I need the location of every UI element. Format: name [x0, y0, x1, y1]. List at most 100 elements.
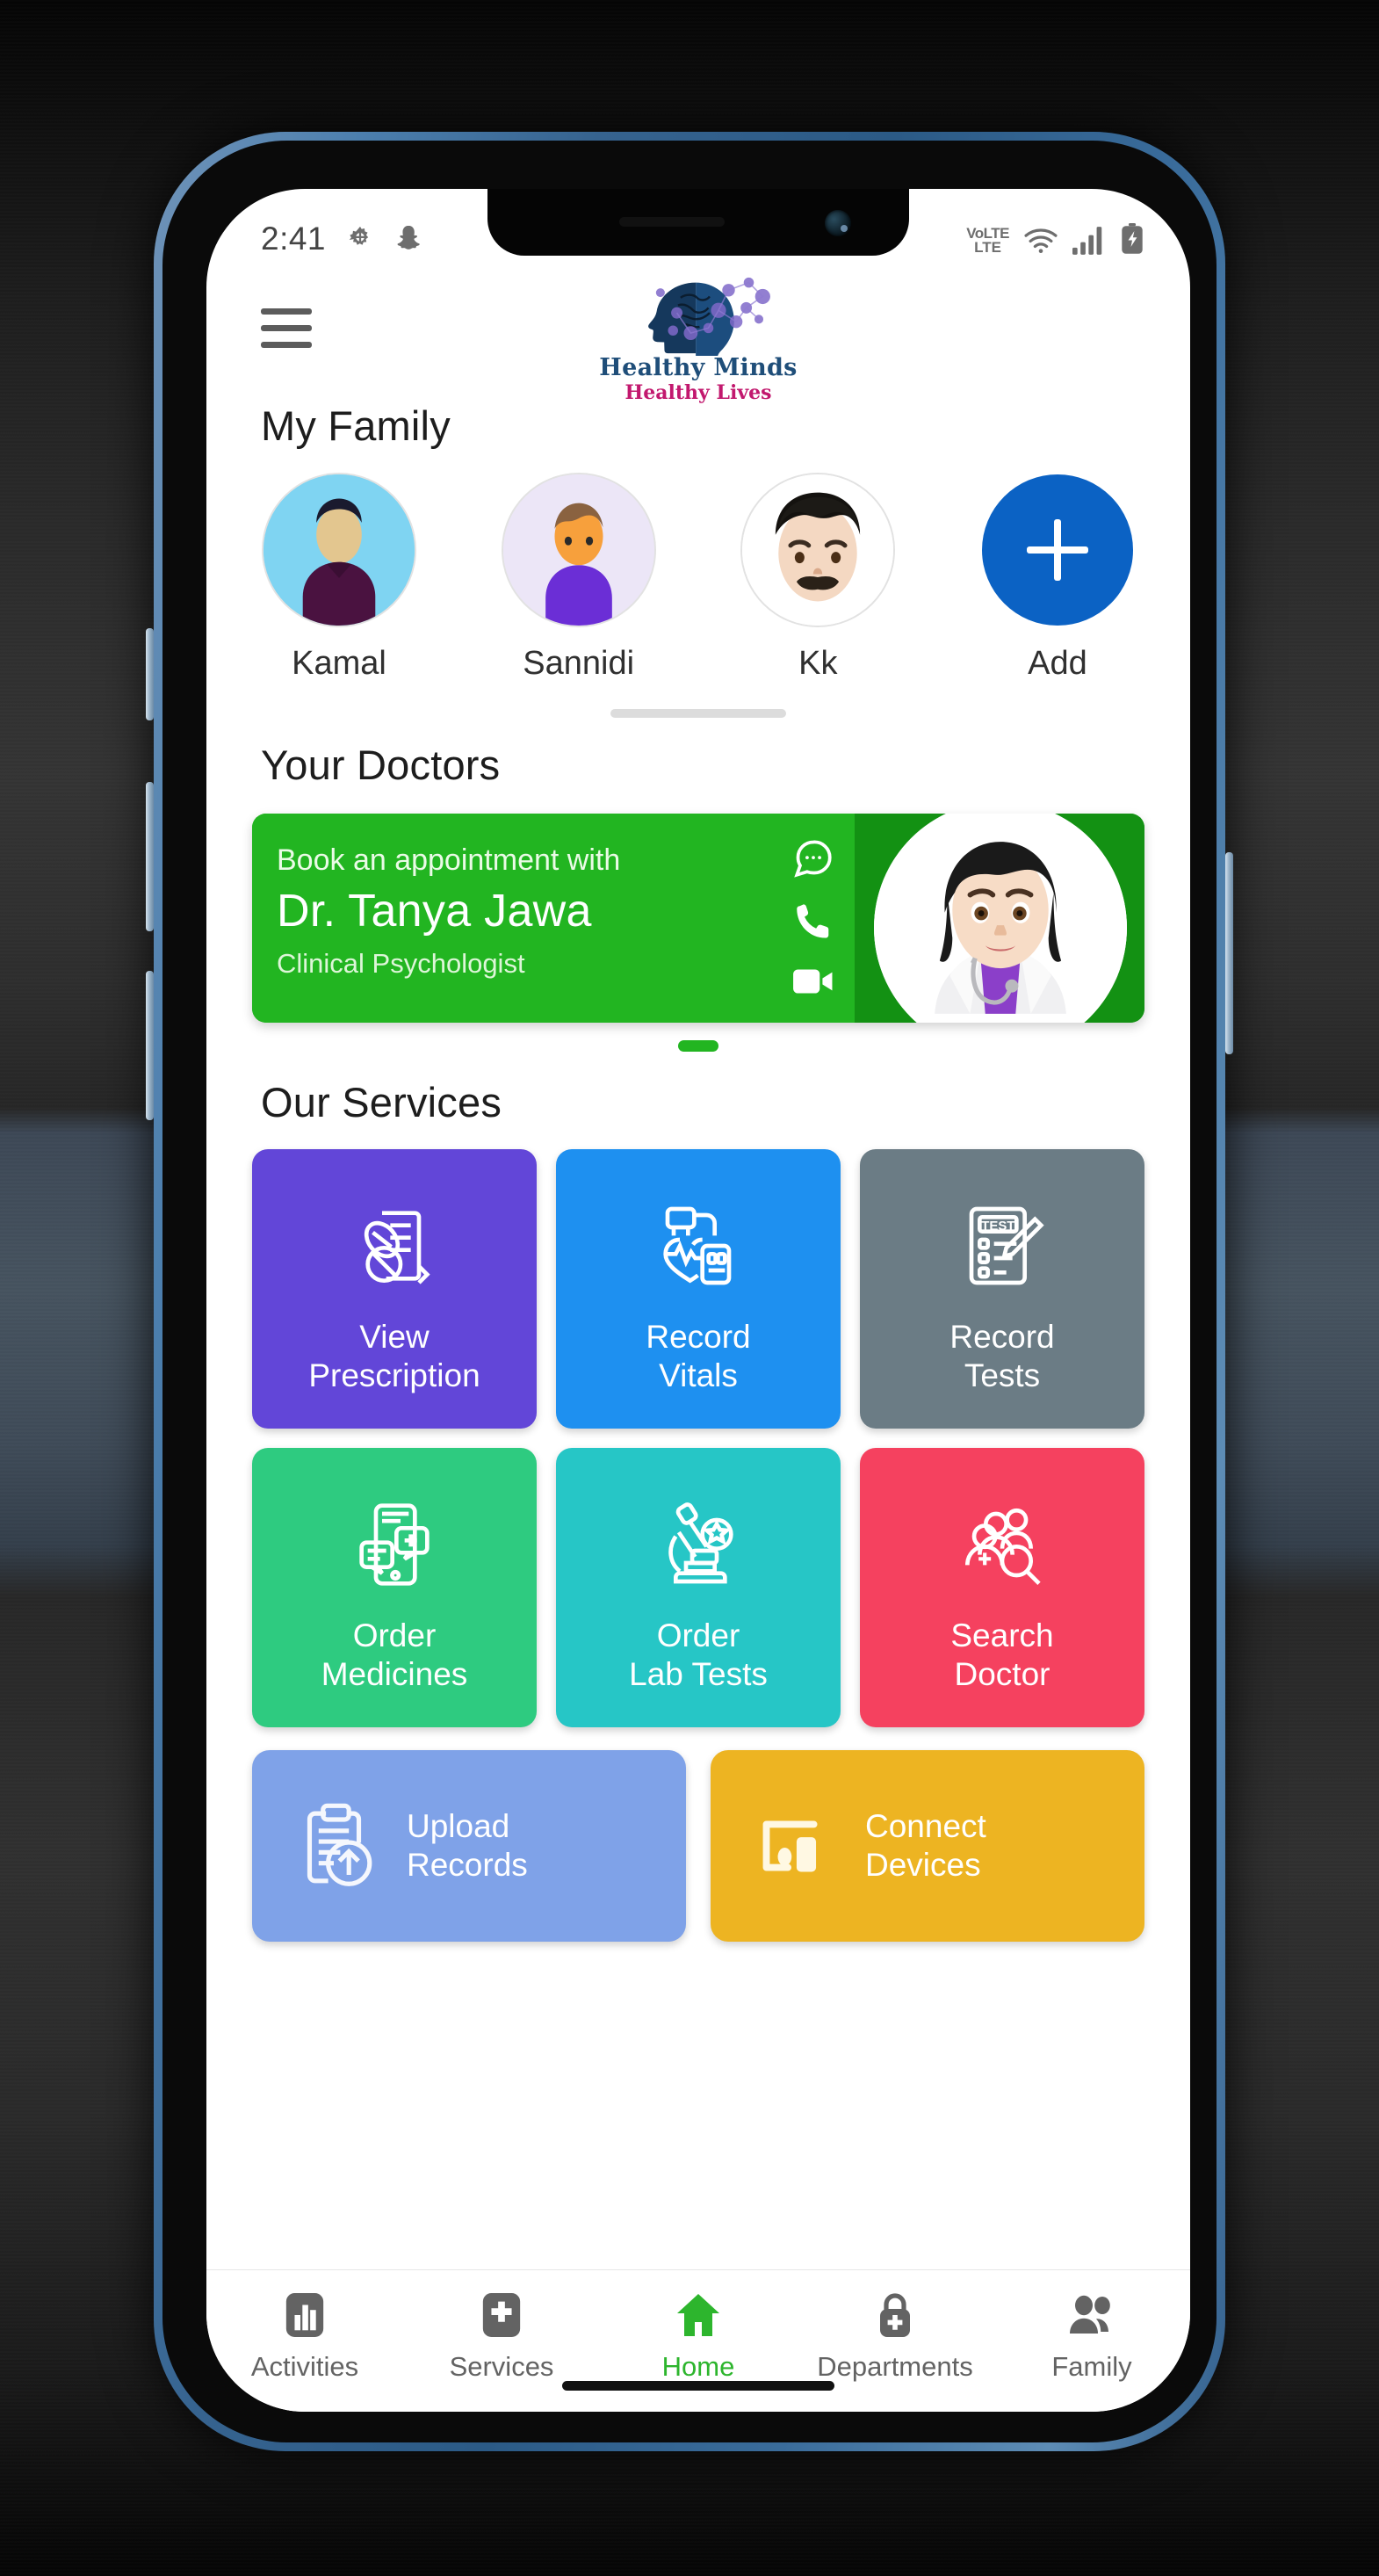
mute-switch[interactable] — [146, 628, 154, 720]
phone-icon[interactable] — [791, 900, 835, 944]
doctors-section: Your Doctors Book an appointment with Dr… — [206, 741, 1190, 1052]
status-bar-right: VoLTE LTE — [966, 223, 1144, 255]
service-tile-label: Record Vitals — [646, 1319, 751, 1394]
service-tile-order-medicines[interactable]: Order Medicines — [252, 1448, 537, 1727]
service-tile-label: Record Tests — [949, 1319, 1055, 1394]
service-tile-connect-devices[interactable]: Connect Devices — [711, 1750, 1144, 1942]
family-avatar-row[interactable]: Kamal Sannidi Kk Add — [206, 450, 1190, 683]
phone-bezel: 2:41 VoLTE LTE Healthy Minds Healthy Liv… — [162, 141, 1217, 2442]
service-tile-label: Connect Devices — [865, 1807, 986, 1883]
service-tile-view-prescription[interactable]: View Prescription — [252, 1149, 537, 1429]
family-member-sannidi[interactable]: Sannidi — [495, 474, 662, 683]
doctors-section-title: Your Doctors — [261, 742, 501, 788]
video-camera-icon[interactable] — [791, 963, 835, 1000]
signal-icon — [1072, 227, 1106, 255]
hamburger-icon[interactable] — [261, 308, 312, 348]
service-tile-search-doctor[interactable]: Search Doctor — [860, 1448, 1144, 1727]
chat-icon[interactable] — [791, 836, 835, 880]
brain-network-logo-icon — [597, 275, 799, 356]
prescription-pills-icon — [345, 1190, 444, 1302]
doctor-card-specialty: Clinical Psychologist — [277, 948, 525, 979]
power-button[interactable] — [1225, 852, 1233, 1054]
family-member-name: Kk — [798, 645, 838, 682]
wifi-icon — [1023, 227, 1058, 255]
volume-up-button[interactable] — [146, 782, 154, 931]
main-content: My Family Kamal Sannidi Kk Add Your Doct… — [206, 402, 1190, 1942]
nav-item-services[interactable]: Services — [403, 2290, 600, 2383]
family-member-kk[interactable]: Kk — [734, 474, 901, 683]
services-section-title: Our Services — [261, 1079, 502, 1125]
service-tile-label: Order Medicines — [321, 1617, 468, 1693]
app-logo: Healthy Minds Healthy Lives — [597, 275, 799, 402]
man-mustache-avatar — [742, 474, 894, 626]
volume-down-button[interactable] — [146, 971, 154, 1120]
status-bar: 2:41 VoLTE LTE — [206, 189, 1190, 270]
bar-chart-icon — [206, 2290, 403, 2341]
vitals-monitor-icon — [649, 1190, 747, 1302]
doctor-card-photo-area — [855, 814, 1144, 1023]
phone-screen: 2:41 VoLTE LTE Healthy Minds Healthy Liv… — [206, 189, 1190, 2412]
hamburger-bar — [261, 342, 312, 348]
gear-icon — [345, 224, 375, 254]
status-bar-left: 2:41 — [261, 221, 422, 257]
logo-line-2: Healthy Lives — [625, 381, 772, 404]
add-family-member-button[interactable]: Add — [974, 474, 1141, 683]
female-doctor-avatar — [874, 814, 1127, 1023]
doctor-card-kicker: Book an appointment with — [277, 843, 621, 877]
doctor-card-actions — [791, 836, 835, 1000]
add-family-member-label: Add — [1028, 645, 1087, 682]
nav-item-home[interactable]: Home — [600, 2290, 797, 2383]
home-icon — [600, 2290, 797, 2341]
boy-avatar — [502, 474, 654, 626]
clipboard-upload-icon — [282, 1794, 386, 1898]
nav-item-label: Home — [661, 2351, 735, 2382]
nav-item-label: Departments — [817, 2351, 973, 2382]
service-tile-upload-records[interactable]: Upload Records — [252, 1750, 686, 1942]
nav-item-activities[interactable]: Activities — [206, 2290, 403, 2383]
test-clipboard-icon: TEST — [953, 1190, 1051, 1302]
family-section-title: My Family — [261, 402, 451, 449]
microscope-icon — [649, 1488, 747, 1601]
doctor-card-info: Book an appointment with Dr. Tanya Jawa … — [252, 814, 855, 1023]
services-wide-grid: Upload Records Connect Devices — [206, 1727, 1190, 1942]
person-silhouette-avatar — [264, 474, 415, 626]
lock-plus-icon — [797, 2290, 993, 2341]
snapchat-icon — [394, 224, 422, 254]
people-icon — [993, 2290, 1190, 2341]
svg-text:TEST: TEST — [981, 1219, 1014, 1234]
hamburger-bar — [261, 325, 312, 331]
doctor-search-icon — [953, 1488, 1051, 1601]
connect-devices-icon — [740, 1794, 844, 1898]
mobile-pharmacy-icon — [345, 1488, 444, 1601]
service-tile-label: View Prescription — [308, 1319, 480, 1394]
doctor-card-name: Dr. Tanya Jawa — [277, 886, 592, 937]
medical-plus-icon — [403, 2290, 600, 2341]
family-section: My Family Kamal Sannidi Kk Add — [206, 402, 1190, 718]
battery-charging-icon — [1120, 223, 1144, 255]
nav-item-family[interactable]: Family — [993, 2290, 1190, 2383]
service-tile-label: Order Lab Tests — [629, 1617, 768, 1693]
family-scroll-indicator[interactable] — [610, 709, 786, 718]
service-tile-label: Upload Records — [407, 1807, 528, 1883]
phone-device-frame: 2:41 VoLTE LTE Healthy Minds Healthy Liv… — [146, 132, 1233, 2451]
app-header: Healthy Minds Healthy Lives — [206, 270, 1190, 402]
services-section: Our Services View Prescription Record Vi… — [206, 1078, 1190, 1942]
family-member-name: Kamal — [292, 645, 386, 682]
service-tile-record-vitals[interactable]: Record Vitals — [556, 1149, 841, 1429]
doctor-carousel-page-indicator[interactable] — [678, 1040, 718, 1052]
service-tile-order-lab-tests[interactable]: Order Lab Tests — [556, 1448, 841, 1727]
family-member-name: Sannidi — [523, 645, 635, 682]
nav-item-label: Activities — [250, 2351, 359, 2382]
nav-item-label: Family — [1051, 2351, 1132, 2382]
service-tile-record-tests[interactable]: TEST Record Tests — [860, 1149, 1144, 1429]
services-grid: View Prescription Record Vitals TEST Rec… — [206, 1126, 1190, 1727]
family-member-kamal[interactable]: Kamal — [256, 474, 422, 683]
volte-icon: VoLTE LTE — [966, 224, 1009, 256]
status-clock: 2:41 — [261, 221, 327, 257]
doctor-appointment-card[interactable]: Book an appointment with Dr. Tanya Jawa … — [252, 814, 1144, 1023]
home-gesture-bar[interactable] — [562, 2381, 834, 2391]
nav-item-label: Services — [449, 2351, 554, 2382]
nav-item-departments[interactable]: Departments — [797, 2290, 993, 2383]
plus-icon — [981, 474, 1133, 626]
logo-line-1: Healthy Minds — [599, 354, 798, 381]
